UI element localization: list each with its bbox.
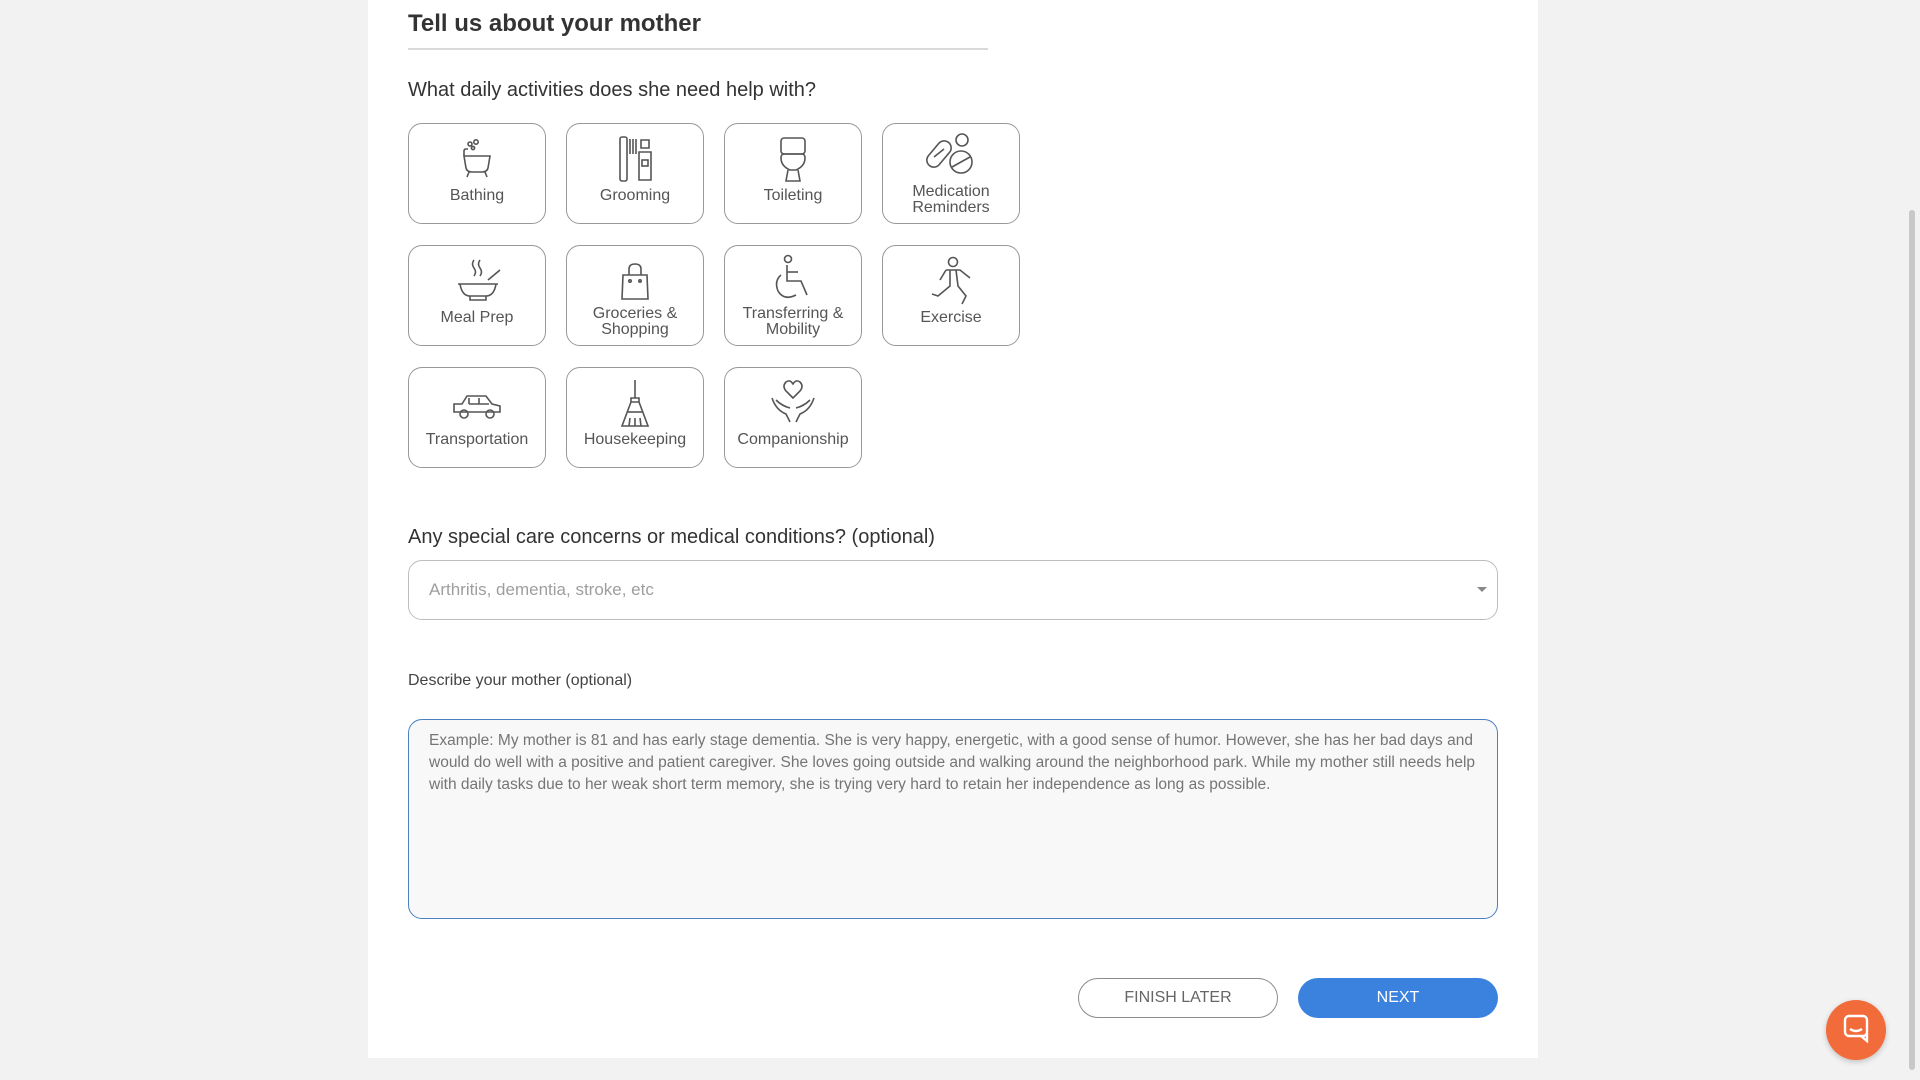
activity-medication-reminders[interactable]: Medication Reminders <box>882 123 1020 224</box>
activity-label: Groceries & Shopping <box>592 305 678 338</box>
concerns-label: Any special care concerns or medical con… <box>408 526 935 548</box>
activity-groceries-shopping[interactable]: Groceries & Shopping <box>566 245 704 346</box>
activities-question: What daily activities does she need help… <box>408 79 817 101</box>
toothbrush-icon <box>608 134 662 186</box>
activity-label: Companionship <box>737 431 849 448</box>
caret-down-icon <box>1477 587 1487 592</box>
activity-label: Medication Reminders <box>912 183 990 216</box>
wheelchair-icon <box>766 254 820 304</box>
toilet-icon <box>766 134 820 186</box>
bathtub-icon <box>450 134 504 186</box>
activity-transferring-mobility[interactable]: Transferring & Mobility <box>724 245 862 346</box>
broom-icon <box>608 378 662 430</box>
describe-textarea[interactable] <box>408 719 1498 919</box>
car-icon <box>450 378 504 430</box>
activity-transportation[interactable]: Transportation <box>408 367 546 468</box>
activity-label: Transferring & Mobility <box>742 305 844 338</box>
activity-label: Bathing <box>449 187 505 204</box>
activity-grooming[interactable]: Grooming <box>566 123 704 224</box>
activity-label: Grooming <box>599 187 671 204</box>
page-title: Tell us about your mother <box>408 10 988 50</box>
next-button[interactable]: NEXT <box>1298 978 1498 1018</box>
activity-label: Housekeeping <box>583 431 687 448</box>
pills-icon <box>924 132 978 182</box>
activity-label: Toileting <box>763 187 823 204</box>
activity-meal-prep[interactable]: Meal Prep <box>408 245 546 346</box>
activity-label: Exercise <box>920 309 982 326</box>
form-card: Tell us about your mother What daily act… <box>368 0 1538 1058</box>
chat-button[interactable] <box>1826 1000 1886 1060</box>
hot-bowl-icon <box>450 256 504 308</box>
activity-bathing[interactable]: Bathing <box>408 123 546 224</box>
activity-label: Transportation <box>425 431 529 448</box>
chat-bubble-icon <box>1841 1013 1871 1048</box>
describe-label: Describe your mother (optional) <box>408 672 633 689</box>
shopping-bag-icon <box>608 254 662 304</box>
conditions-placeholder: Arthritis, dementia, stroke, etc <box>429 580 654 599</box>
heart-hands-icon <box>766 378 820 430</box>
finish-later-button[interactable]: FINISH LATER <box>1078 978 1278 1018</box>
activity-housekeeping[interactable]: Housekeeping <box>566 367 704 468</box>
activity-toileting[interactable]: Toileting <box>724 123 862 224</box>
activity-label: Meal Prep <box>440 309 514 326</box>
activity-companionship[interactable]: Companionship <box>724 367 862 468</box>
activity-exercise[interactable]: Exercise <box>882 245 1020 346</box>
exercise-icon <box>924 256 978 308</box>
scrollbar-thumb[interactable] <box>1909 210 1915 1070</box>
page-scrollbar[interactable] <box>1904 0 1920 1080</box>
conditions-select[interactable]: Arthritis, dementia, stroke, etc <box>408 560 1498 620</box>
